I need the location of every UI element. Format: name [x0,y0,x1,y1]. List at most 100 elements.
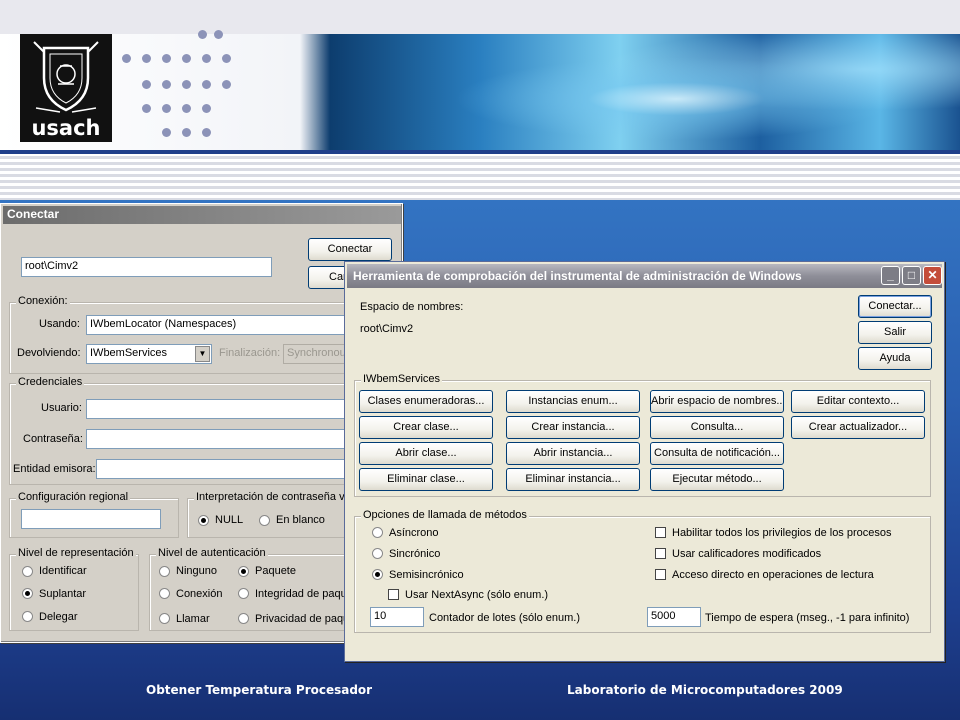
identificar-radio[interactable] [22,566,33,577]
decorative-dot [162,54,171,63]
iwbem-button[interactable]: Eliminar clase... [359,468,493,491]
ayuda-button[interactable]: Ayuda [858,347,932,370]
devolviendo-select[interactable]: IWbemServices ▼ [86,344,212,364]
semisincronico-label: Semisincrónico [389,569,464,581]
header-top-strip [0,0,960,34]
decorative-dot [142,80,151,89]
representacion-title: Nivel de representación [16,547,136,559]
iwbem-button[interactable]: Ejecutar método... [650,468,784,491]
paquete-radio[interactable] [238,566,249,577]
conectar-titlebar[interactable]: Conectar [3,206,401,224]
decorative-dot [182,104,191,113]
minimize-icon[interactable]: _ [881,266,900,285]
delegar-radio[interactable] [22,611,33,622]
conexion-group-title: Conexión: [16,295,70,307]
iwbem-button[interactable]: Consulta de notificación... [650,442,784,465]
iwbem-button[interactable]: Crear clase... [359,416,493,439]
timeout-input[interactable]: 5000 [647,607,701,627]
entidad-label: Entidad emisora: [13,463,96,475]
asincrono-radio[interactable] [372,527,383,538]
integridad-radio[interactable] [238,588,249,599]
usando-label: Usando: [39,318,80,330]
wmi-conectar-button[interactable]: Conectar... [858,295,932,318]
decorative-dot [182,54,191,63]
decorative-dot [202,80,211,89]
footer-left-text: Obtener Temperatura Procesador [146,683,373,697]
conexion-radio[interactable] [159,588,170,599]
decorative-dot [202,54,211,63]
acceso-directo-checkbox[interactable] [655,569,666,580]
usuario-input[interactable] [86,399,351,419]
iwbem-button[interactable]: Editar contexto... [791,390,925,413]
config-regional-title: Configuración regional [16,491,131,503]
conexion-label: Conexión [176,588,223,600]
iwbem-button[interactable]: Eliminar instancia... [506,468,640,491]
iwbem-button[interactable]: Consulta... [650,416,784,439]
ninguno-radio[interactable] [159,566,170,577]
batch-count-label: Contador de lotes (sólo enum.) [429,612,581,624]
finalizacion-field[interactable]: Synchronous [283,344,351,364]
identificar-label: Identificar [39,565,87,577]
coat-of-arms-icon [33,41,99,113]
namespace-label: Espacio de nombres: [360,301,464,313]
header-divider [0,150,960,154]
sincronico-radio[interactable] [372,548,383,559]
sincronico-label: Sincrónico [389,548,441,560]
iwbem-button[interactable]: Crear actualizador... [791,416,925,439]
calificadores-checkbox[interactable] [655,548,666,559]
decorative-dot [182,80,191,89]
suplantar-radio[interactable] [22,588,33,599]
ninguno-label: Ninguno [176,565,217,577]
decorative-dot [202,128,211,137]
decorative-dot [222,80,231,89]
iwbem-button[interactable]: Abrir clase... [359,442,493,465]
privacidad-label: Privacidad de paqu [255,613,350,625]
decorative-dots [120,30,340,140]
chevron-down-icon[interactable]: ▼ [195,346,210,362]
wmi-titlebar[interactable]: Herramienta de comprobación del instrume… [347,264,942,288]
usando-field[interactable]: IWbemLocator (Namespaces) [86,315,351,335]
devolviendo-value: IWbemServices [90,347,168,359]
interpretacion-title: Interpretación de contraseña va [194,491,353,503]
decorative-dot [142,54,151,63]
namespace-input[interactable]: root\Cimv2 [21,257,272,277]
blanco-radio[interactable] [259,515,270,526]
semisincronico-radio[interactable] [372,569,383,580]
batch-count-input[interactable]: 10 [370,607,424,627]
decorative-dot [122,54,131,63]
calificadores-label: Usar calificadores modificados [672,548,822,560]
salir-button[interactable]: Salir [858,321,932,344]
wmi-title: Herramienta de comprobación del instrume… [353,269,802,283]
decorative-dot [222,54,231,63]
iwbem-button[interactable]: Instancias enum... [506,390,640,413]
iwbem-button[interactable]: Clases enumeradoras... [359,390,493,413]
blanco-label: En blanco [276,514,325,526]
decorative-dot [202,104,211,113]
close-icon[interactable]: ✕ [923,266,942,285]
header-stripes [0,150,960,200]
conectar-button[interactable]: Conectar [308,238,392,261]
autenticacion-title: Nivel de autenticación [156,547,268,559]
iwbem-button[interactable]: Abrir espacio de nombres... [650,390,784,413]
privacidad-radio[interactable] [238,613,249,624]
conectar-window: Conectar root\Cimv2 Conectar Can Conexió… [0,203,403,643]
iwbem-button[interactable]: Abrir instancia... [506,442,640,465]
contrasena-input[interactable] [86,429,351,449]
config-regional-input[interactable] [21,509,161,529]
opciones-title: Opciones de llamada de métodos [361,509,529,521]
null-radio[interactable] [198,515,209,526]
privilegios-label: Habilitar todos los privilegios de los p… [672,527,892,539]
decorative-dot [162,128,171,137]
credenciales-group-title: Credenciales [16,376,85,388]
llamar-radio[interactable] [159,613,170,624]
entidad-input[interactable] [96,459,351,479]
integridad-label: Integridad de paqu [255,588,347,600]
suplantar-label: Suplantar [39,588,87,600]
delegar-label: Delegar [39,611,78,623]
privilegios-checkbox[interactable] [655,527,666,538]
iwbem-button[interactable]: Crear instancia... [506,416,640,439]
maximize-icon[interactable]: □ [902,266,921,285]
decorative-dot [214,30,223,39]
nextasync-checkbox[interactable] [388,589,399,600]
decorative-dot [162,104,171,113]
